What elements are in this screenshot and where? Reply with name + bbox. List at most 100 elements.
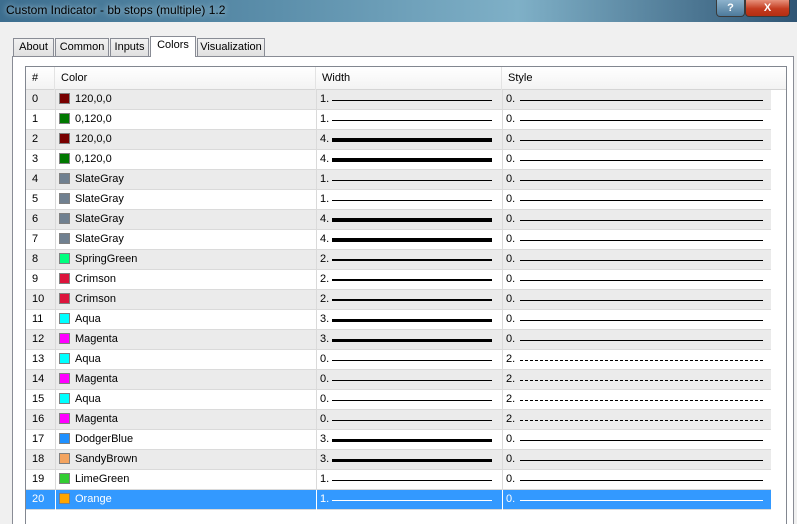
style-cell[interactable]: 2. bbox=[506, 410, 763, 429]
column-separator bbox=[55, 150, 56, 170]
width-cell[interactable]: 4. bbox=[320, 130, 492, 149]
row-index: 0 bbox=[32, 93, 39, 105]
tab-visualization[interactable]: Visualization bbox=[197, 38, 265, 56]
width-cell[interactable]: 2. bbox=[320, 270, 492, 289]
width-cell[interactable]: 3. bbox=[320, 450, 492, 469]
header-width[interactable]: Width bbox=[316, 67, 502, 90]
width-cell[interactable]: 3. bbox=[320, 330, 492, 349]
table-row[interactable]: 15 Aqua 0. 2. bbox=[26, 390, 771, 410]
table-row[interactable]: 13 Aqua 0. 2. bbox=[26, 350, 771, 370]
style-value: 0. bbox=[506, 193, 516, 205]
column-separator bbox=[502, 450, 503, 470]
style-preview-line bbox=[520, 180, 763, 181]
style-cell[interactable]: 0. bbox=[506, 170, 763, 189]
style-cell[interactable]: 0. bbox=[506, 150, 763, 169]
table-row[interactable]: 18 SandyBrown 3. 0. bbox=[26, 450, 771, 470]
header-index[interactable]: # bbox=[26, 67, 55, 90]
style-cell[interactable]: 0. bbox=[506, 130, 763, 149]
row-index: 15 bbox=[32, 393, 45, 405]
style-cell[interactable]: 0. bbox=[506, 90, 763, 109]
width-cell[interactable]: 1. bbox=[320, 170, 492, 189]
color-swatch bbox=[59, 193, 70, 204]
width-cell[interactable]: 1. bbox=[320, 190, 492, 209]
column-separator bbox=[502, 390, 503, 410]
column-separator bbox=[502, 490, 503, 510]
style-cell[interactable]: 0. bbox=[506, 110, 763, 129]
style-value: 0. bbox=[506, 433, 516, 445]
table-row[interactable]: 9 Crimson 2. 0. bbox=[26, 270, 771, 290]
width-cell[interactable]: 3. bbox=[320, 310, 492, 329]
table-row[interactable]: 7 SlateGray 4. 0. bbox=[26, 230, 771, 250]
table-row[interactable]: 16 Magenta 0. 2. bbox=[26, 410, 771, 430]
header-style[interactable]: Style bbox=[502, 67, 771, 90]
table-row[interactable]: 17 DodgerBlue 3. 0. bbox=[26, 430, 771, 450]
width-value: 0. bbox=[320, 393, 330, 405]
style-cell[interactable]: 0. bbox=[506, 490, 763, 509]
table-row[interactable]: 8 SpringGreen 2. 0. bbox=[26, 250, 771, 270]
width-cell[interactable]: 1. bbox=[320, 90, 492, 109]
vertical-scrollbar[interactable] bbox=[771, 90, 786, 524]
style-cell[interactable]: 2. bbox=[506, 390, 763, 409]
style-cell[interactable]: 0. bbox=[506, 270, 763, 289]
table-row[interactable]: 11 Aqua 3. 0. bbox=[26, 310, 771, 330]
style-cell[interactable]: 0. bbox=[506, 470, 763, 489]
tab-inputs[interactable]: Inputs bbox=[110, 38, 149, 56]
style-cell[interactable]: 0. bbox=[506, 210, 763, 229]
color-swatch bbox=[59, 433, 70, 444]
style-cell[interactable]: 0. bbox=[506, 430, 763, 449]
help-button[interactable]: ? bbox=[716, 0, 745, 17]
table-row[interactable]: 0 120,0,0 1. 0. bbox=[26, 90, 771, 110]
width-cell[interactable]: 0. bbox=[320, 370, 492, 389]
width-cell[interactable]: 0. bbox=[320, 390, 492, 409]
style-value: 0. bbox=[506, 253, 516, 265]
table-row[interactable]: 6 SlateGray 4. 0. bbox=[26, 210, 771, 230]
width-cell[interactable]: 0. bbox=[320, 350, 492, 369]
style-cell[interactable]: 2. bbox=[506, 350, 763, 369]
style-cell[interactable]: 0. bbox=[506, 330, 763, 349]
width-cell[interactable]: 1. bbox=[320, 470, 492, 489]
close-button[interactable]: X bbox=[745, 0, 790, 17]
row-index: 14 bbox=[32, 373, 45, 385]
width-cell[interactable]: 4. bbox=[320, 150, 492, 169]
table-row[interactable]: 10 Crimson 2. 0. bbox=[26, 290, 771, 310]
width-cell[interactable]: 3. bbox=[320, 430, 492, 449]
width-cell[interactable]: 4. bbox=[320, 230, 492, 249]
table-row[interactable]: 12 Magenta 3. 0. bbox=[26, 330, 771, 350]
width-cell[interactable]: 0. bbox=[320, 410, 492, 429]
title-bar[interactable]: Custom Indicator - bb stops (multiple) 1… bbox=[0, 0, 797, 22]
width-cell[interactable]: 1. bbox=[320, 110, 492, 129]
color-name: LimeGreen bbox=[75, 473, 130, 485]
table-row[interactable]: 4 SlateGray 1. 0. bbox=[26, 170, 771, 190]
style-cell[interactable]: 0. bbox=[506, 190, 763, 209]
table-row[interactable]: 19 LimeGreen 1. 0. bbox=[26, 470, 771, 490]
color-swatch bbox=[59, 233, 70, 244]
table-row[interactable]: 20 Orange 1. 0. bbox=[26, 490, 771, 510]
table-row[interactable]: 2 120,0,0 4. 0. bbox=[26, 130, 771, 150]
width-cell[interactable]: 2. bbox=[320, 250, 492, 269]
width-cell[interactable]: 2. bbox=[320, 290, 492, 309]
style-cell[interactable]: 2. bbox=[506, 370, 763, 389]
style-cell[interactable]: 0. bbox=[506, 230, 763, 249]
table-row[interactable]: 14 Magenta 0. 2. bbox=[26, 370, 771, 390]
style-cell[interactable]: 0. bbox=[506, 290, 763, 309]
table-row[interactable]: 1 0,120,0 1. 0. bbox=[26, 110, 771, 130]
style-cell[interactable]: 0. bbox=[506, 250, 763, 269]
column-separator bbox=[316, 190, 317, 210]
tab-common[interactable]: Common bbox=[55, 38, 109, 56]
width-value: 4. bbox=[320, 233, 330, 245]
table-row[interactable]: 3 0,120,0 4. 0. bbox=[26, 150, 771, 170]
header-color[interactable]: Color bbox=[55, 67, 316, 90]
row-index: 1 bbox=[32, 113, 39, 125]
color-swatch bbox=[59, 253, 70, 264]
table-row[interactable]: 5 SlateGray 1. 0. bbox=[26, 190, 771, 210]
tab-about[interactable]: About bbox=[13, 38, 54, 56]
style-cell[interactable]: 0. bbox=[506, 310, 763, 329]
tab-colors[interactable]: Colors bbox=[150, 36, 196, 57]
style-preview-line bbox=[520, 120, 763, 121]
style-preview-line bbox=[520, 480, 763, 481]
color-name: SlateGray bbox=[75, 193, 124, 205]
style-preview-line bbox=[520, 300, 763, 301]
width-cell[interactable]: 1. bbox=[320, 490, 492, 509]
width-cell[interactable]: 4. bbox=[320, 210, 492, 229]
style-cell[interactable]: 0. bbox=[506, 450, 763, 469]
